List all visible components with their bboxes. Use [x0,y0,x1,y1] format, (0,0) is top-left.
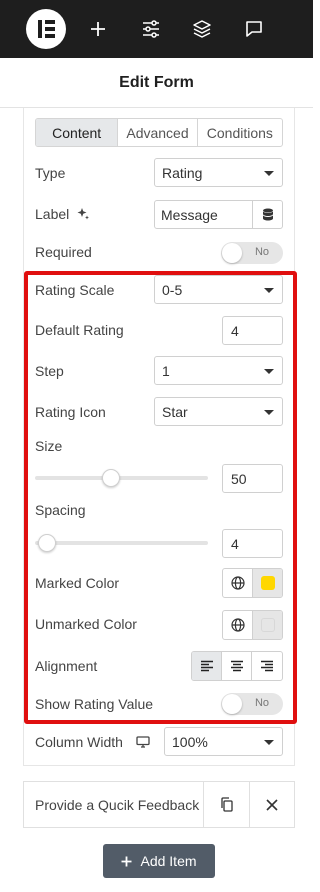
panel-header: Edit Form [0,58,313,108]
column-width-select[interactable]: 100% [164,727,283,756]
sliders-icon[interactable] [131,9,171,49]
required-toggle-text: No [254,246,269,258]
label-input-value: Message [161,206,218,223]
column-width-label: Column Width [35,734,150,750]
required-label: Required [35,244,92,260]
dynamic-tags-button[interactable] [252,201,282,228]
page-title: Edit Form [119,73,194,91]
top-toolbar [0,0,313,58]
type-value: Rating [162,164,203,181]
label-input[interactable]: Message [154,200,283,229]
column-width-value: 100% [172,733,208,750]
toggle-knob [222,243,242,263]
label-label: Label [35,206,90,222]
close-icon [266,798,278,811]
layers-icon[interactable] [182,9,222,49]
type-label: Type [35,165,66,181]
copy-icon [221,797,233,812]
tab-advanced[interactable]: Advanced [118,119,198,146]
highlight-annotation [24,271,297,724]
plus-icon [121,856,132,866]
settings-tabs: Content Advanced Conditions [35,118,283,147]
add-item-button[interactable]: Add Item [103,844,215,878]
repeater-item: Provide a Qucik Feedback [23,781,295,828]
desktop-icon[interactable] [136,736,150,748]
elementor-logo-icon[interactable] [26,9,66,49]
chat-icon[interactable] [234,9,274,49]
repeater-item-title[interactable]: Provide a Qucik Feedback [24,782,204,827]
chevron-down-icon [264,740,274,745]
database-icon [262,208,273,220]
chevron-down-icon [264,171,274,176]
tab-content[interactable]: Content [36,119,119,146]
required-toggle[interactable]: No [221,242,283,264]
remove-button[interactable] [249,782,294,827]
duplicate-button[interactable] [204,782,249,827]
add-item-label: Add Item [140,853,197,869]
plus-icon[interactable] [78,9,118,49]
ai-sparkle-icon[interactable] [76,207,90,221]
label-label-text: Label [35,206,70,222]
column-width-label-text: Column Width [35,734,123,750]
type-select[interactable]: Rating [154,158,283,187]
tab-conditions[interactable]: Conditions [198,119,282,146]
